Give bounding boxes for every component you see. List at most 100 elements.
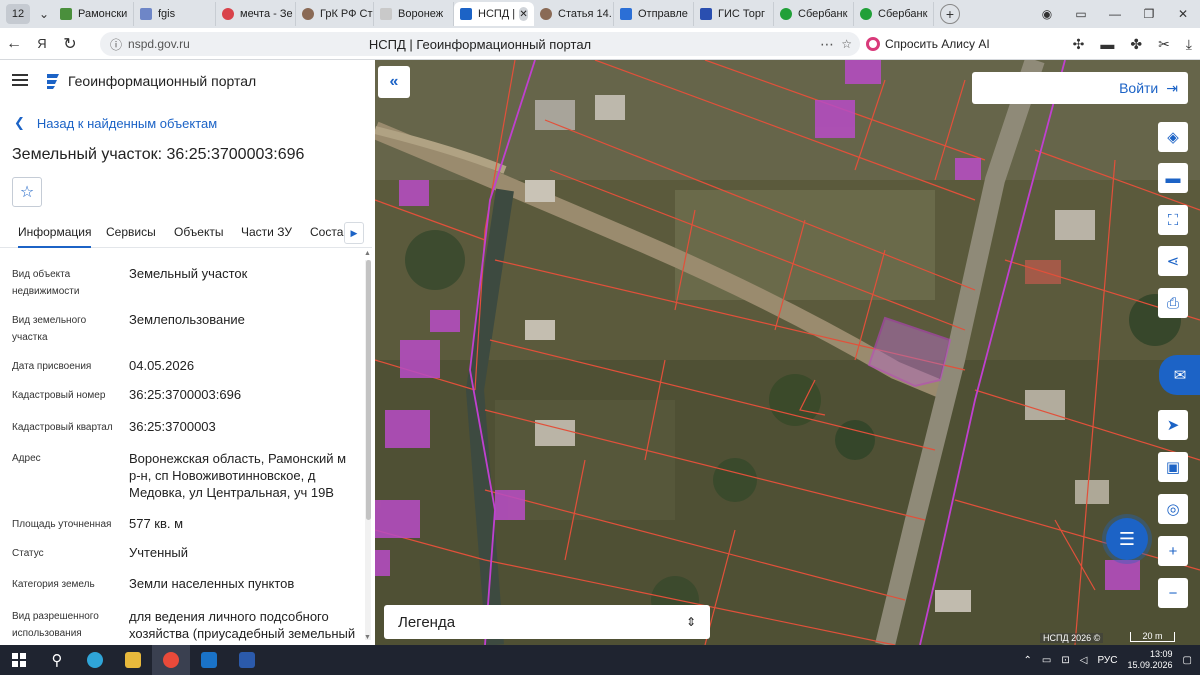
search-icon[interactable]: ⚲	[38, 645, 76, 675]
clock-time: 13:09	[1150, 649, 1173, 659]
volume-icon[interactable]: ◁	[1080, 655, 1088, 666]
scrollbar-thumb[interactable]	[366, 260, 371, 520]
word-icon[interactable]	[228, 645, 266, 675]
map-attribution: НСПД 2026 ©	[1040, 633, 1104, 643]
favorite-star-button[interactable]: ☆	[12, 177, 42, 207]
tab-information[interactable]: Информация	[18, 225, 92, 248]
select-area-button[interactable]: ⛶	[1158, 205, 1188, 235]
locate-icon: ➤	[1166, 417, 1180, 434]
browser-tab[interactable]: Отправле	[614, 2, 694, 26]
alice-button[interactable]: Спросить Алису AI	[866, 32, 990, 56]
yandex-icon[interactable]: Я	[28, 36, 56, 51]
share-icon: ⋖	[1166, 253, 1180, 270]
nspd-icon	[460, 8, 472, 20]
tab-count-button[interactable]: 12	[6, 4, 30, 24]
profile-icon[interactable]: ◉	[1030, 7, 1064, 21]
locate-button[interactable]: ➤	[1158, 410, 1188, 440]
clock[interactable]: 13:09 15.09.2026	[1128, 649, 1173, 671]
close-window-icon[interactable]: ✕	[1166, 7, 1200, 21]
property-value: 577 кв. м	[129, 516, 184, 531]
property-value: для ведения личного подсобного хозяйства…	[129, 609, 356, 641]
sber-icon	[780, 8, 792, 20]
zoom-in-button[interactable]: +	[1158, 536, 1188, 566]
collections-icon[interactable]: ▭	[1064, 7, 1098, 21]
bookmark-icon[interactable]: ☆	[841, 37, 852, 51]
browser-tab[interactable]: ГИС Торг	[694, 2, 774, 26]
browser-tab-active[interactable]: НСПД | ✕	[454, 2, 534, 26]
satellite-map[interactable]	[375, 60, 1200, 645]
minimap-button[interactable]: ▣	[1158, 452, 1188, 482]
property-label: Вид разрешенного использования	[12, 611, 99, 639]
tab-parts[interactable]: Части ЗУ	[241, 225, 292, 239]
law-icon	[540, 8, 552, 20]
start-button[interactable]	[0, 645, 38, 675]
legend-dropdown[interactable]: Легенда ⇕	[384, 605, 710, 639]
tab-objects[interactable]: Объекты	[174, 225, 224, 239]
extension-icon[interactable]: ✣	[1073, 36, 1085, 53]
browser-tab[interactable]: ГрК РФ Ст	[296, 2, 374, 26]
object-tabs: Информация Сервисы Объекты Части ЗУ Сост…	[0, 220, 372, 248]
minimize-icon[interactable]: —	[1098, 7, 1132, 21]
share-button[interactable]: ⋖	[1158, 246, 1188, 276]
assistant-button[interactable]: ✉	[1159, 355, 1200, 395]
property-label: Вид земельного участка	[12, 315, 87, 343]
screenshot-icon[interactable]: ✂	[1158, 36, 1170, 53]
sber-icon	[860, 8, 872, 20]
login-button[interactable]: Войти ⇥	[972, 72, 1188, 104]
property-value: 36:25:3700003	[129, 419, 216, 434]
collapse-panel-button[interactable]: «	[378, 66, 410, 98]
back-arrow-icon[interactable]: ←	[0, 35, 28, 53]
outlook-icon[interactable]	[190, 645, 228, 675]
scroll-up-icon[interactable]: ▲	[364, 250, 371, 257]
file-explorer-icon[interactable]	[114, 645, 152, 675]
downloads-icon[interactable]: ⤓	[1186, 36, 1192, 53]
language-indicator[interactable]: РУС	[1097, 655, 1117, 666]
browser-tab[interactable]: Сбербанк	[774, 2, 854, 26]
layers-button[interactable]: ◈	[1158, 122, 1188, 152]
browser-tab[interactable]: мечта - Зе	[216, 2, 296, 26]
browser-tab[interactable]: fgis	[134, 2, 216, 26]
menu-icon[interactable]	[12, 74, 28, 86]
page-title: НСПД | Геоинформационный портал	[368, 36, 592, 52]
geolocation-button[interactable]: ◎	[1158, 494, 1188, 524]
tabs-scroll-right-icon[interactable]: ▶	[344, 222, 364, 244]
network-icon[interactable]: ⊡	[1061, 655, 1069, 666]
tab-list-chevron-icon[interactable]: ⌄	[34, 7, 54, 21]
address-bar: ← Я ↻ ⓘ nspd.gov.ru НСПД | Геоинформацио…	[0, 28, 1200, 60]
tab-services[interactable]: Сервисы	[106, 225, 156, 239]
new-tab-button[interactable]: +	[940, 4, 960, 24]
map-view[interactable]: « Войти ⇥ ◈ ▬ ⛶ ⋖ ⎙ ✉ ➤ ▣ ◎ + − ☰ Легенд…	[375, 60, 1200, 645]
browser-tab[interactable]: Рамонски	[54, 2, 134, 26]
print-button[interactable]: ⎙	[1158, 288, 1188, 318]
url-field[interactable]: ⓘ nspd.gov.ru НСПД | Геоинформационный п…	[100, 32, 860, 56]
zoom-out-icon: −	[1168, 584, 1178, 602]
yandex-browser-icon[interactable]	[152, 645, 190, 675]
geolocation-icon: ◎	[1166, 501, 1180, 518]
scroll-down-icon[interactable]: ▼	[364, 634, 371, 641]
chevron-up-icon[interactable]: ⌃	[1024, 655, 1032, 666]
hat-icon[interactable]: ▬	[1100, 36, 1114, 52]
reload-icon[interactable]: ↻	[56, 34, 84, 54]
system-tray: ⌃ ▭ ⊡ ◁ РУС 13:09 15.09.2026 ▢	[1024, 645, 1192, 675]
property-label: Площадь уточненная	[12, 519, 112, 530]
browser-tab[interactable]: Воронеж	[374, 2, 454, 26]
browser-tab[interactable]: Статья 14.	[534, 2, 614, 26]
windows-icon	[12, 653, 26, 667]
close-tab-icon[interactable]: ✕	[519, 7, 528, 21]
property-value: 04.05.2026	[129, 358, 195, 373]
puzzle-icon[interactable]: ✤	[1130, 36, 1142, 53]
battery-icon[interactable]: ▭	[1042, 655, 1051, 666]
more-dots-icon[interactable]: ⋯	[820, 36, 834, 53]
select-area-icon: ⛶	[1167, 211, 1179, 229]
back-to-results-link[interactable]: ❮ Назад к найденным объектам	[14, 115, 217, 131]
ruler-button[interactable]: ▬	[1158, 163, 1188, 193]
panel-scrollbar[interactable]: ▲ ▼	[364, 250, 371, 641]
window-controls: ◉ ▭ — ❐ ✕	[1030, 0, 1200, 28]
browser-tab[interactable]: Сбербанк	[854, 2, 934, 26]
chat-button[interactable]: ☰	[1106, 518, 1148, 560]
document-icon	[380, 8, 392, 20]
restore-icon[interactable]: ❐	[1132, 7, 1166, 21]
edge-icon[interactable]	[76, 645, 114, 675]
notifications-icon[interactable]: ▢	[1183, 655, 1192, 666]
zoom-out-button[interactable]: −	[1158, 578, 1188, 608]
